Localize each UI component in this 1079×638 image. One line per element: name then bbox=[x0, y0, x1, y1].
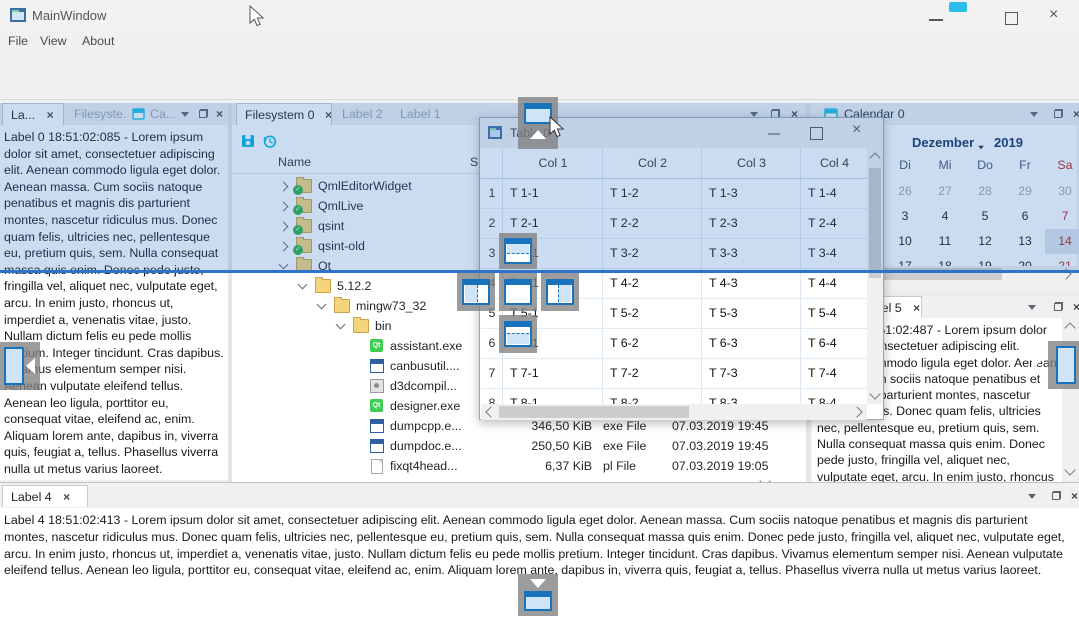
file-type: exe File bbox=[603, 436, 646, 456]
close-icon[interactable]: × bbox=[913, 301, 920, 315]
app-file-icon bbox=[370, 359, 384, 373]
drop-indicator-left-edge[interactable] bbox=[0, 342, 40, 390]
qt-exe-icon: Qt bbox=[370, 399, 383, 412]
dll-file-icon bbox=[370, 379, 384, 393]
blue-artifact bbox=[949, 2, 967, 12]
tab-label4[interactable]: Label 4 × bbox=[2, 485, 88, 507]
chevron-down-icon[interactable] bbox=[298, 280, 308, 290]
tree-item[interactable]: dumpdoc.e... 250,50 KiBexe File07.03.201… bbox=[232, 436, 792, 456]
file-icon bbox=[371, 459, 383, 474]
arrow-right-icon bbox=[1032, 353, 1041, 369]
drop-indicator-split-bottom[interactable] bbox=[499, 315, 537, 353]
titlebar[interactable]: MainWindow × bbox=[0, 0, 1079, 30]
folder-icon bbox=[315, 279, 331, 293]
horizontal-scrollbar[interactable] bbox=[481, 404, 867, 420]
close-icon[interactable]: × bbox=[1073, 300, 1079, 314]
arrow-left-icon bbox=[26, 358, 35, 374]
tree-item[interactable]: fixqt4head... 6,37 KiBpl File07.03.2019 … bbox=[232, 456, 792, 476]
label4-content: Label 4 18:51:02:413 - Lorem ipsum dolor… bbox=[0, 508, 1079, 638]
maximize-button[interactable] bbox=[1005, 12, 1018, 25]
file-size: 6,37 KiB bbox=[442, 456, 592, 476]
main-window: MainWindow × File View About Save State … bbox=[0, 0, 1079, 638]
table-row[interactable]: 7T 7-1T 7-2T 7-3T 7-4 bbox=[481, 358, 867, 389]
folder-icon bbox=[334, 299, 350, 313]
close-icon[interactable]: × bbox=[63, 490, 70, 504]
tabs-menu-icon[interactable] bbox=[1028, 305, 1036, 310]
drop-indicator-bottom-edge[interactable] bbox=[518, 574, 558, 616]
folder-icon bbox=[353, 319, 369, 333]
undock-icon[interactable] bbox=[1052, 491, 1061, 500]
file-date: 07.03.2019 19:45 bbox=[672, 436, 768, 456]
scrollbar-thumb[interactable] bbox=[499, 406, 689, 418]
file-type: pl File bbox=[603, 456, 636, 476]
drop-indicator-split-right[interactable] bbox=[541, 273, 579, 311]
app-icon bbox=[10, 8, 26, 22]
chevron-down-icon[interactable] bbox=[317, 300, 327, 310]
scroll-down-icon[interactable] bbox=[869, 388, 880, 399]
minimize-button[interactable] bbox=[929, 19, 943, 21]
scroll-left-icon[interactable] bbox=[485, 406, 496, 417]
main-toolbar: Save State Restore State test1 Create Pe… bbox=[0, 52, 1079, 100]
file-date: 07.03.2019 19:05 bbox=[672, 456, 768, 476]
qt-exe-icon: Qt bbox=[370, 339, 383, 352]
file-size: 250,50 KiB bbox=[442, 436, 592, 456]
tabs-menu-icon[interactable] bbox=[1028, 494, 1036, 499]
menubar: File View About bbox=[0, 30, 1079, 52]
drag-cursor bbox=[549, 116, 565, 139]
window-title: MainWindow bbox=[32, 8, 106, 23]
drop-indicator-cross bbox=[457, 233, 579, 353]
close-button[interactable]: × bbox=[1049, 6, 1058, 24]
table-row[interactable]: 8T 8-1T 8-2T 8-3T 8-4 bbox=[481, 388, 867, 404]
scroll-down-icon[interactable] bbox=[1064, 464, 1075, 475]
arrow-down-icon bbox=[530, 579, 546, 588]
drop-indicator-center-tab[interactable] bbox=[499, 273, 537, 311]
chevron-down-icon[interactable] bbox=[336, 320, 346, 330]
menu-file[interactable]: File bbox=[2, 30, 34, 52]
drop-indicator-split-top[interactable] bbox=[499, 233, 537, 269]
drop-indicator-right-edge[interactable] bbox=[1048, 341, 1079, 389]
drop-indicator-split-left[interactable] bbox=[457, 273, 495, 311]
scroll-right-icon[interactable] bbox=[851, 406, 862, 417]
menu-view[interactable]: View bbox=[34, 30, 73, 52]
undock-icon[interactable] bbox=[1054, 302, 1063, 311]
arrow-up-icon bbox=[530, 130, 546, 139]
menu-about[interactable]: About bbox=[76, 30, 120, 52]
close-icon[interactable]: × bbox=[1071, 489, 1078, 503]
label4-text: Label 4 18:51:02:413 - Lorem ipsum dolor… bbox=[4, 512, 1072, 579]
app-file-icon bbox=[370, 439, 384, 453]
mouse-cursor bbox=[249, 5, 265, 28]
app-file-icon bbox=[370, 419, 384, 433]
scroll-up-icon[interactable] bbox=[1064, 322, 1075, 333]
